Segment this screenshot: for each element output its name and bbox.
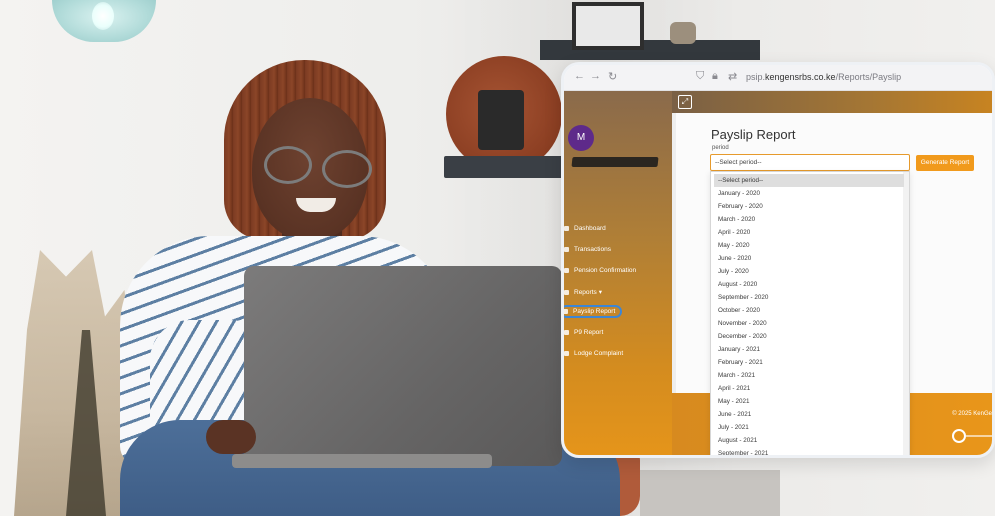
sidebar-item-label: Pension Confirmation bbox=[574, 267, 637, 274]
generate-report-button[interactable]: Generate Report bbox=[916, 155, 974, 171]
url-path: /Reports/Payslip bbox=[835, 72, 902, 82]
sidebar: M Dashboard Transactions Pension Confirm… bbox=[564, 91, 672, 455]
p9-icon bbox=[564, 330, 569, 335]
browser-window-card: ← → ↻ ⛉ 🔒︎ ⇄ psip.kengensrbs.co.ke/Repor… bbox=[561, 62, 995, 458]
url-prefix: psip. bbox=[746, 72, 766, 82]
bench bbox=[640, 470, 780, 516]
dropdown-option[interactable]: July - 2021 bbox=[714, 421, 904, 434]
person-hand bbox=[206, 420, 256, 454]
dropdown-option[interactable]: March - 2021 bbox=[714, 369, 904, 382]
laptop-base bbox=[232, 454, 492, 468]
dropdown-option[interactable]: February - 2020 bbox=[714, 200, 904, 213]
dropdown-option[interactable]: February - 2021 bbox=[714, 356, 904, 369]
redacted-username bbox=[571, 157, 659, 167]
laptop-lid bbox=[244, 266, 562, 466]
browser-address-bar: ← → ↻ ⛉ 🔒︎ ⇄ psip.kengensrbs.co.ke/Repor… bbox=[564, 65, 992, 91]
sidebar-item-label: Lodge Complaint bbox=[574, 350, 624, 357]
toggle-knob[interactable] bbox=[952, 429, 966, 443]
footer-copyright: © 2025 KenGe bbox=[952, 411, 992, 417]
chevron-down-icon: ▾ bbox=[598, 289, 603, 296]
dropdown-option[interactable]: January - 2021 bbox=[714, 343, 904, 356]
sidebar-item-label: Dashboard bbox=[574, 225, 606, 232]
sidebar-item-label: Reports bbox=[574, 288, 597, 296]
back-icon[interactable]: ← bbox=[574, 70, 585, 82]
url-text[interactable]: psip.kengensrbs.co.ke/Reports/Payslip bbox=[746, 72, 901, 82]
page-title: Payslip Report bbox=[711, 127, 796, 142]
clock-hand bbox=[478, 90, 524, 150]
expand-icon[interactable]: ⤢ bbox=[678, 95, 692, 109]
dropdown-option[interactable]: January - 2020 bbox=[714, 187, 904, 200]
dropdown-option[interactable]: August - 2021 bbox=[714, 434, 904, 447]
sidebar-item-reports[interactable]: Reports ▾ bbox=[564, 288, 602, 296]
dropdown-option[interactable]: September - 2021 bbox=[714, 447, 904, 455]
sidebar-item-payslip-report[interactable]: Payslip Report bbox=[564, 305, 623, 318]
period-select[interactable]: --Select period-- bbox=[710, 154, 910, 171]
wall-shelf-low bbox=[444, 156, 564, 178]
picture-frame bbox=[572, 2, 644, 50]
glasses-right-lens bbox=[322, 150, 372, 188]
dashboard-icon bbox=[564, 226, 569, 231]
url-domain: kengensrbs.co.ke bbox=[765, 72, 836, 82]
top-bar bbox=[672, 91, 992, 113]
sidebar-item-label: P9 Report bbox=[574, 329, 604, 336]
dropdown-option[interactable]: --Select period-- bbox=[714, 174, 904, 187]
dropdown-option[interactable]: July - 2020 bbox=[714, 265, 904, 278]
complaint-icon bbox=[564, 351, 569, 356]
period-label: period bbox=[712, 145, 729, 151]
lock-icon[interactable]: 🔒︎ bbox=[712, 70, 718, 83]
reports-icon bbox=[564, 289, 569, 295]
dropdown-option[interactable]: March - 2020 bbox=[714, 213, 904, 226]
dropdown-option[interactable]: May - 2020 bbox=[714, 239, 904, 252]
reload-icon[interactable]: ↻ bbox=[608, 70, 617, 83]
pension-icon bbox=[564, 268, 569, 273]
dropdown-option[interactable]: June - 2021 bbox=[714, 408, 904, 421]
sidebar-item-label: Payslip Report bbox=[573, 308, 616, 315]
dropdown-option[interactable]: May - 2021 bbox=[714, 395, 904, 408]
sidebar-item-transactions[interactable]: Transactions bbox=[564, 246, 611, 253]
dropdown-option[interactable]: August - 2020 bbox=[714, 278, 904, 291]
dropdown-option[interactable]: April - 2021 bbox=[714, 382, 904, 395]
site-info-icon[interactable]: ⇄ bbox=[728, 70, 737, 83]
period-select-value: --Select period-- bbox=[715, 159, 762, 166]
sidebar-item-label: Transactions bbox=[574, 246, 611, 253]
sidebar-item-pension-confirmation[interactable]: Pension Confirmation bbox=[564, 267, 636, 274]
dropdown-option[interactable]: June - 2020 bbox=[714, 252, 904, 265]
forward-icon[interactable]: → bbox=[590, 70, 601, 82]
glasses-left-lens bbox=[264, 146, 312, 184]
transactions-icon bbox=[564, 247, 569, 252]
lamp-bulb bbox=[92, 2, 114, 30]
dropdown-option[interactable]: April - 2020 bbox=[714, 226, 904, 239]
dropdown-option[interactable]: September - 2020 bbox=[714, 291, 904, 304]
dropdown-option[interactable]: October - 2020 bbox=[714, 304, 904, 317]
sidebar-item-dashboard[interactable]: Dashboard bbox=[564, 225, 606, 232]
dropdown-option[interactable]: November - 2020 bbox=[714, 317, 904, 330]
toggle-track bbox=[966, 435, 992, 437]
dropdown-option[interactable]: December - 2020 bbox=[714, 330, 904, 343]
period-dropdown-list[interactable]: --Select period-- January - 2020 February … bbox=[710, 171, 910, 455]
avatar[interactable]: M bbox=[568, 125, 594, 151]
shield-icon[interactable]: ⛉ bbox=[696, 70, 704, 83]
payslip-icon bbox=[564, 309, 568, 314]
sidebar-item-lodge-complaint[interactable]: Lodge Complaint bbox=[564, 350, 623, 357]
sidebar-item-p9-report[interactable]: P9 Report bbox=[564, 329, 603, 336]
vase bbox=[670, 22, 696, 44]
